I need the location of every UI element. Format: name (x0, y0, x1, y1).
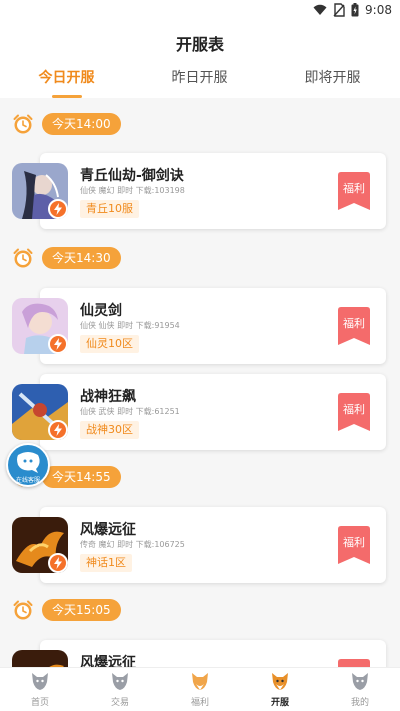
status-time: 9:08 (365, 3, 392, 17)
server-tag: 仙灵10区 (80, 335, 139, 353)
welfare-label: 福利 (343, 536, 365, 549)
welfare-label: 福利 (343, 182, 365, 195)
welfare-label: 福利 (343, 403, 365, 416)
time-pill: 今天14:55 (42, 466, 121, 488)
header: 开服表 今日开服 昨日开服 即将开服 (0, 22, 400, 98)
welfare-button[interactable]: 福利 (338, 307, 370, 345)
server-list[interactable]: 今天14:00 青丘仙劫-御剑诀 仙侠 魔幻 即时 下载:103198 青丘10… (0, 98, 400, 667)
tabbar-label: 交易 (110, 698, 129, 708)
tab-yesterday[interactable]: 昨日开服 (133, 67, 266, 87)
game-meta: 传奇 魔幻 即时 下载:106725 (80, 540, 185, 549)
game-name: 风爆远征 (80, 522, 136, 538)
time-group-header: 今天14:00 (12, 112, 121, 136)
time-pill: 今天15:05 (42, 599, 121, 621)
alarm-clock-icon (13, 114, 33, 134)
online-service-button[interactable]: 在线客服 (6, 443, 50, 487)
tabbar-label: 福利 (190, 698, 209, 708)
game-card[interactable]: 仙灵剑 仙侠 仙侠 即时 下载:91954 仙灵10区 福利 (12, 288, 388, 364)
fox-icon (192, 673, 208, 690)
time-pill: 今天14:00 (42, 113, 121, 135)
wifi-icon (313, 4, 327, 15)
status-icons: 9:08 (313, 3, 392, 17)
fox-icon (112, 673, 128, 690)
welfare-button[interactable]: 福利 (338, 172, 370, 210)
battery-icon (351, 3, 359, 17)
game-name: 战神狂飙 (80, 389, 136, 405)
tabbar-item-open-server[interactable]: 开服 (240, 670, 320, 711)
game-card[interactable]: 风爆远征 (12, 640, 388, 667)
game-icon-fengbao[interactable] (12, 650, 68, 667)
fox-icon (32, 673, 48, 690)
welfare-label: 福利 (343, 317, 365, 330)
game-meta: 仙侠 武侠 即时 下载:61251 (80, 407, 180, 416)
welfare-button[interactable]: 福利 (338, 393, 370, 431)
tabbar-item-mine[interactable]: 我的 (320, 670, 400, 711)
time-group-header: 今天14:30 (12, 246, 121, 270)
game-meta: 仙侠 仙侠 即时 下载:91954 (80, 321, 180, 330)
lightning-badge-icon (48, 334, 68, 354)
tabbar-label: 开服 (270, 698, 289, 708)
tab-upcoming[interactable]: 即将开服 (266, 67, 399, 87)
server-tag: 青丘10服 (80, 200, 139, 218)
server-tag: 神话1区 (80, 554, 132, 572)
lightning-badge-icon (48, 199, 68, 219)
server-tag: 战神30区 (80, 421, 139, 439)
tabbar-item-home[interactable]: 首页 (0, 670, 80, 711)
tab-bar-top: 今日开服 昨日开服 即将开服 (0, 67, 400, 98)
no-sim-icon (333, 3, 345, 17)
game-name: 仙灵剑 (80, 303, 122, 319)
tabbar-item-trade[interactable]: 交易 (80, 670, 160, 711)
tab-today[interactable]: 今日开服 (0, 67, 133, 87)
time-pill: 今天14:30 (42, 247, 121, 269)
fox-icon (272, 673, 288, 690)
alarm-clock-icon (13, 248, 33, 268)
page-title: 开服表 (175, 35, 224, 54)
welfare-button[interactable]: 福利 (338, 526, 370, 564)
fox-icon (352, 673, 368, 690)
game-card[interactable]: 战神狂飙 仙侠 武侠 即时 下载:61251 战神30区 福利 (12, 374, 388, 450)
tabbar-label: 我的 (350, 698, 369, 708)
game-card[interactable]: 风爆远征 传奇 魔幻 即时 下载:106725 神话1区 福利 (12, 507, 388, 583)
lightning-badge-icon (48, 420, 68, 440)
game-meta: 仙侠 魔幻 即时 下载:103198 (80, 186, 185, 195)
game-name: 风爆远征 (80, 655, 136, 667)
tabbar-item-welfare[interactable]: 福利 (160, 670, 240, 711)
welfare-button[interactable] (338, 659, 370, 667)
status-bar: 9:08 (0, 0, 400, 22)
lightning-badge-icon (48, 553, 68, 573)
alarm-clock-icon (13, 600, 33, 620)
online-service-label: 在线客服 (15, 477, 40, 484)
game-card[interactable]: 青丘仙劫-御剑诀 仙侠 魔幻 即时 下载:103198 青丘10服 福利 (12, 153, 388, 229)
game-name: 青丘仙劫-御剑诀 (80, 168, 184, 184)
time-group-header: 今天15:05 (12, 598, 121, 622)
bottom-tab-bar: 首页 交易 福利 开服 我的 (0, 667, 400, 711)
tabbar-label: 首页 (30, 698, 49, 708)
